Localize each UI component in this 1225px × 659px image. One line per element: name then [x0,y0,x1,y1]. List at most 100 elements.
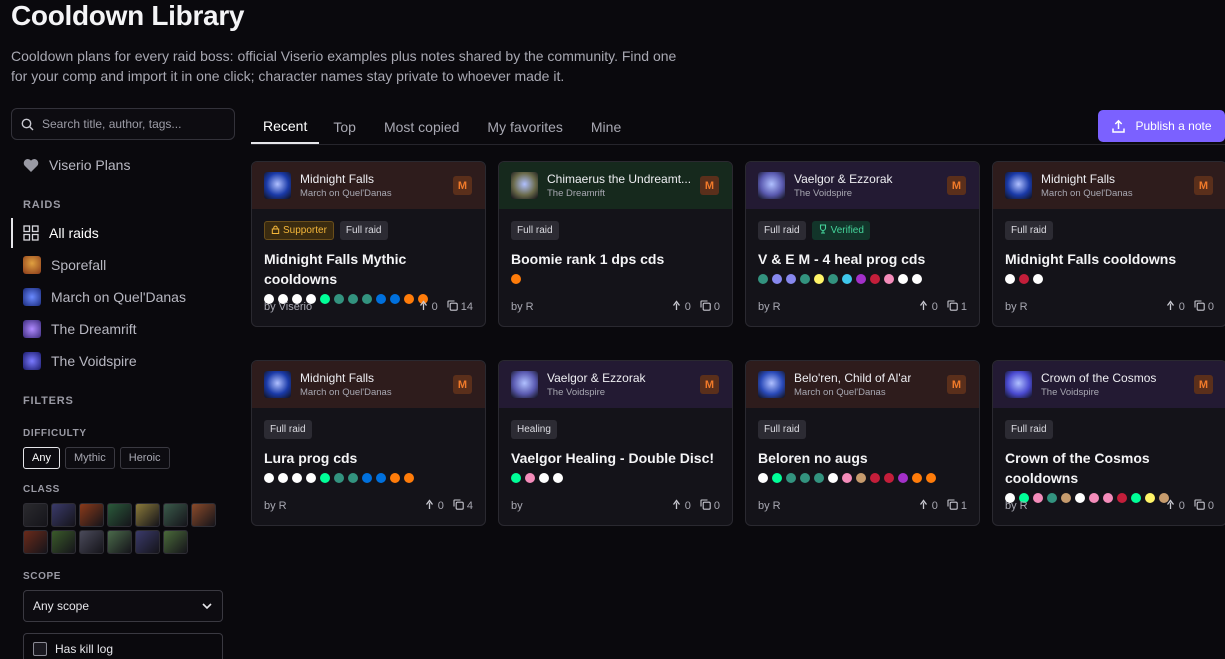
kill-log-filter[interactable]: Has kill log [23,633,223,659]
difficulty-badge: M [947,176,966,195]
copy-icon [947,300,958,314]
class-filter-icon[interactable] [163,530,188,554]
search-box[interactable] [11,108,235,140]
upvote-button[interactable]: 0 [1165,300,1185,314]
tag-list: Full raid [1005,221,1214,240]
class-filter-icon[interactable] [79,530,104,554]
class-filter-icon[interactable] [79,503,104,527]
note-title: Beloren no augs [758,450,868,466]
upvote-button[interactable]: 0 [918,499,938,513]
card-footer: by R01 [758,300,967,314]
difficulty-heroic-button[interactable]: Heroic [119,447,170,469]
sidebar-item-the-voidspire[interactable]: The Voidspire [11,346,235,376]
class-filter-icon[interactable] [163,503,188,527]
class-dot [376,473,386,483]
upvote-button[interactable]: 0 [1165,499,1185,513]
class-filter-icon[interactable] [23,530,48,554]
note-card[interactable]: Belo'ren, Child of Al'ar March on Quel'Da… [745,360,980,526]
class-heading: CLASS [23,484,60,495]
boss-icon [264,172,291,199]
note-title: Midnight Falls Mythic cooldowns [264,251,407,287]
boss-name: Midnight Falls [1041,172,1116,186]
class-dot [870,473,880,483]
tab-recent[interactable]: Recent [251,110,320,144]
note-card[interactable]: Crown of the Cosmos The Voidspire M Full ra… [992,360,1225,526]
card-header: Chimaerus the Undreamt... The Dreamrift M [499,162,732,209]
tag-badge: Full raid [758,420,806,439]
card-header: Midnight Falls March on Quel'Danas M [252,162,485,209]
class-filter-icon[interactable] [191,503,216,527]
sidebar-item-label: Viserio Plans [49,157,131,173]
tag-label: Full raid [764,424,800,435]
upvote-icon [418,300,429,314]
boss-name: Midnight Falls [300,371,375,385]
card-footer: by R 0 4 [264,499,473,513]
sidebar-item-viserio-plans[interactable]: Viserio Plans [11,150,235,180]
class-filter-icon[interactable] [107,503,132,527]
tag-list: Full raid Verified [758,221,967,240]
card-stats: 01 [918,499,967,513]
class-dot [264,473,274,483]
tab-mine[interactable]: Mine [577,110,635,144]
upvote-button[interactable]: 0 [671,499,691,513]
search-input[interactable] [42,117,222,131]
class-dot [856,473,866,483]
author: by R [264,500,287,512]
note-card[interactable]: Vaelgor & Ezzorak The Voidspire M Full raid… [745,161,980,327]
publish-label: Publish a note [1135,119,1212,133]
class-filter-icon[interactable] [135,503,160,527]
author: by R [758,500,781,512]
tab-top[interactable]: Top [319,110,370,144]
class-filter-icon[interactable] [23,503,48,527]
card-header: Crown of the Cosmos The Voidspire M [993,361,1225,408]
upvote-icon [671,499,682,513]
copy-count-value: 4 [466,500,473,512]
sidebar-item-label: Sporefall [51,257,107,273]
sort-tabs: Recent Top Most copied My favorites Mine [251,110,635,144]
scope-select[interactable]: Any scope [23,590,223,622]
difficulty-mythic-button[interactable]: Mythic [64,447,115,469]
note-card[interactable]: Midnight Falls March on Quel'Danas M Full r… [992,161,1225,327]
upvote-button[interactable]: 0 [424,499,444,513]
note-title: Crown of the Cosmos cooldowns [1005,450,1150,486]
class-dot [278,473,288,483]
class-filter-icon[interactable] [51,503,76,527]
boss-name: Belo'ren, Child of Al'ar [794,371,912,385]
heart-icon [23,158,39,172]
tag-label: Verified [830,225,864,236]
card-stats: 00 [1165,499,1214,513]
sidebar-item-march-on-queldanas[interactable]: March on Quel'Danas [11,282,235,312]
class-filter-icon[interactable] [135,530,160,554]
difficulty-any-button[interactable]: Any [23,447,60,469]
class-dot [511,274,521,284]
upvote-button[interactable]: 0 [918,300,938,314]
boss-raid: March on Quel'Danas [794,387,886,398]
boss-name: Crown of the Cosmos [1041,371,1157,385]
page-title: Cooldown Library [11,0,245,31]
class-dot [814,473,824,483]
class-filter-icon[interactable] [51,530,76,554]
note-card[interactable]: Midnight Falls March on Quel'Danas M Full r… [251,360,486,526]
upload-icon [1112,119,1126,133]
sidebar-item-sporefall[interactable]: Sporefall [11,250,235,280]
class-filter-icon[interactable] [107,530,132,554]
note-card[interactable]: Chimaerus the Undreamt... The Dreamrift M F… [498,161,733,327]
tag-badge: Full raid [758,221,806,240]
tag-list: Full raid [758,420,967,439]
publish-note-button[interactable]: Publish a note [1098,110,1225,142]
note-card[interactable]: Midnight Falls March on Quel'Danas M Suppor… [251,161,486,327]
tab-most-copied[interactable]: Most copied [370,110,473,144]
kill-log-checkbox[interactable] [33,642,47,656]
upvote-button[interactable]: 0 [418,300,438,314]
note-card[interactable]: Vaelgor & Ezzorak The Voidspire M Healing Va… [498,360,733,526]
difficulty-badge: M [1194,375,1213,394]
sidebar-item-all-raids[interactable]: All raids [11,218,235,248]
filters-heading: FILTERS [23,395,74,407]
upvote-button[interactable]: 0 [671,300,691,314]
boss-icon [1005,172,1032,199]
copy-count-value: 0 [1207,301,1214,313]
sidebar-item-the-dreamrift[interactable]: The Dreamrift [11,314,235,344]
lock-icon [271,225,280,237]
tab-my-favorites[interactable]: My favorites [473,110,576,144]
tag-label: Full raid [1011,225,1047,236]
